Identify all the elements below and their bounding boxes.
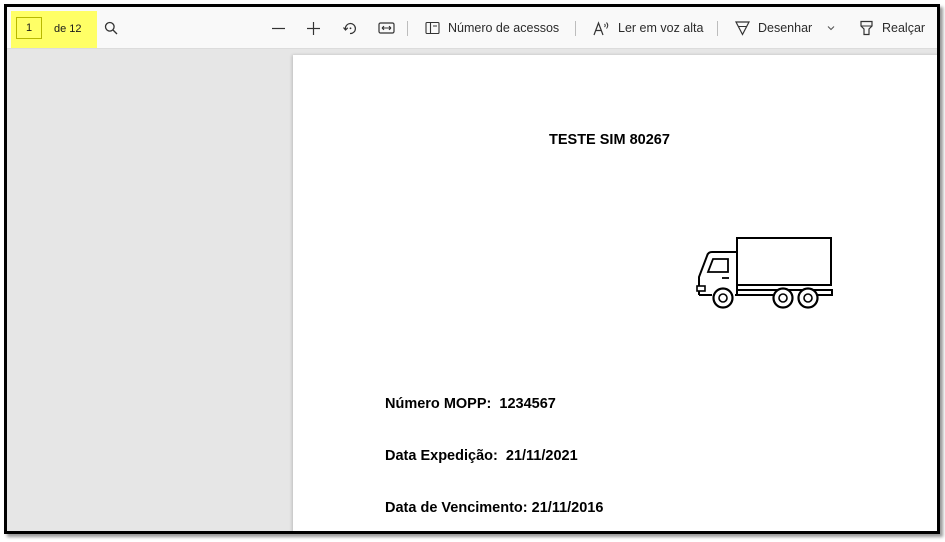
page-number-input[interactable]: 1 (16, 17, 42, 39)
page-navigation: 1 de 12 (11, 11, 97, 48)
document-title: TESTE SIM 80267 (549, 132, 670, 148)
read-aloud-button[interactable]: Ler em voz alta (593, 15, 703, 41)
accessibility-button[interactable]: Número de acessos (425, 15, 559, 41)
field-label: Data Expedição: (385, 448, 498, 464)
chevron-down-icon (826, 23, 836, 33)
toolbar-divider (717, 21, 718, 36)
read-aloud-label: Ler em voz alta (618, 21, 704, 35)
rotate-icon (342, 20, 358, 36)
field-label: Número MOPP: (385, 396, 492, 412)
truck-icon (695, 235, 835, 316)
pdf-toolbar: 1 de 12 Número de acessos Ler em voz alt… (7, 7, 937, 49)
fit-width-button[interactable] (378, 15, 395, 41)
pdf-page: TESTE SIM 80267 Número MOPP: 1234567 Dat… (293, 55, 937, 531)
read-aloud-icon (593, 20, 610, 36)
plus-icon (306, 21, 321, 36)
zoom-in-button[interactable] (306, 15, 321, 41)
field-label: Data de Vencimento: (385, 500, 528, 516)
draw-label: Desenhar (758, 21, 813, 35)
minus-icon (271, 21, 286, 36)
page-total-label: de 12 (54, 23, 82, 35)
rotate-button[interactable] (342, 15, 358, 41)
highlighter-icon (859, 20, 874, 36)
highlight-label: Realçar (882, 21, 926, 35)
draw-button[interactable]: Desenhar (735, 15, 812, 41)
pen-icon (735, 20, 750, 36)
toolbar-divider (407, 21, 408, 36)
draw-options-dropdown[interactable] (826, 15, 836, 41)
pdf-viewer-window: 1 de 12 Número de acessos Ler em voz alt… (4, 4, 940, 534)
accessibility-label: Número de acessos (448, 21, 560, 35)
highlight-button[interactable]: Realçar (859, 15, 925, 41)
field-issue-date: Data Expedição: 21/11/2021 (385, 448, 578, 464)
field-value: 21/11/2016 (531, 500, 604, 516)
field-mopp-number: Número MOPP: 1234567 (385, 396, 556, 412)
zoom-out-button[interactable] (271, 15, 286, 41)
field-value: 21/11/2021 (505, 448, 578, 464)
search-button[interactable] (104, 15, 118, 41)
toolbar-divider (575, 21, 576, 36)
field-value: 1234567 (499, 396, 556, 412)
field-expiry-date: Data de Vencimento: 21/11/2016 (385, 500, 603, 516)
search-icon (104, 21, 118, 35)
fit-width-icon (378, 21, 395, 35)
page-view-icon (425, 21, 440, 35)
